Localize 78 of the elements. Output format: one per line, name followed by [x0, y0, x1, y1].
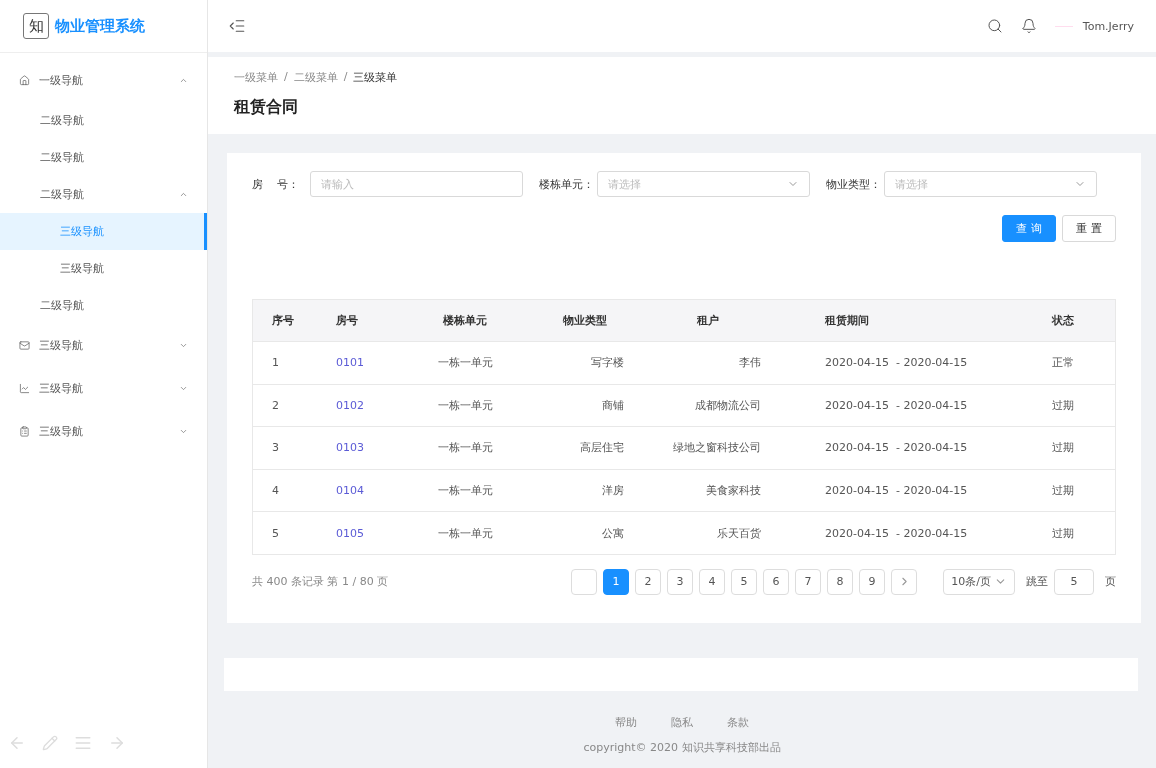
column-header: 房号 [335, 313, 359, 328]
table-cell-text: 高层住宅 [579, 440, 625, 456]
menu-item[interactable]: 三级导航 [0, 410, 207, 453]
page-title: 租赁合同 [234, 97, 299, 118]
room-link[interactable]: 0102 [336, 398, 364, 412]
table-cell-text: 一栋一单元 [436, 355, 494, 371]
table-cell-text: 5 [271, 526, 280, 540]
page-button[interactable]: 6 [763, 568, 789, 595]
menu-item[interactable]: 二级导航 [0, 287, 207, 324]
breadcrumb-item[interactable]: 一级菜单 [234, 70, 278, 85]
table-cell-text: 1 [271, 356, 280, 370]
table-cell-text: 3 [271, 441, 280, 455]
table-cell-text: 2020-04-15 - 2020-04-15 [824, 398, 969, 412]
page-button[interactable]: 2 [635, 568, 661, 595]
table-cell-text: 过期 [1050, 397, 1075, 413]
menu-item[interactable]: 三级导航 [0, 367, 207, 410]
jump-label: 跳至 [1026, 574, 1048, 590]
table-cell-text: 一栋一单元 [436, 483, 494, 499]
page-button[interactable]: 9 [859, 568, 885, 595]
breadcrumb-separator: / [284, 70, 288, 85]
menu-item[interactable]: 二级导航 [0, 139, 207, 176]
pagination-summary: 共 400 条记录 第 1 / 80 页 [252, 574, 389, 590]
table-cell-text: 写字楼 [590, 355, 625, 371]
breadcrumb-item[interactable]: 二级菜单 [293, 70, 338, 85]
jump-input[interactable]: 5 [1054, 568, 1094, 595]
table-cell-text: 过期 [1050, 525, 1075, 541]
room-link[interactable]: 0101 [336, 356, 364, 370]
field-label: 物业类型： [826, 176, 882, 192]
table-cell-text: 2020-04-15 - 2020-04-15 [824, 356, 969, 370]
field-label: 楼栋单元： [539, 176, 595, 192]
table-cell-text: 洋房 [601, 483, 625, 499]
room-link[interactable]: 0104 [336, 484, 364, 498]
table-cell-text: 李伟 [738, 355, 762, 371]
table-cell-text: 公寓 [601, 525, 625, 541]
column-header: 物业类型 [562, 313, 608, 328]
table-cell-text: 一栋一单元 [436, 397, 494, 413]
table-cell-text: 绿地之窗科技公司 [672, 440, 762, 456]
reset-button[interactable]: 重 置 [1062, 215, 1116, 242]
menu-item[interactable]: 二级导航 [0, 176, 207, 213]
page-suffix: 页 [1105, 574, 1116, 590]
breadcrumb-item: 三级菜单 [353, 70, 398, 85]
table-cell-text: 2 [271, 398, 280, 412]
table-cell-text: 2020-04-15 - 2020-04-15 [824, 484, 969, 498]
table-cell-text: 乐天百货 [716, 525, 762, 541]
menu-item[interactable]: 二级导航 [0, 102, 207, 139]
page-button[interactable]: 7 [795, 568, 821, 595]
user-name[interactable]: Tom.Jerry [1082, 19, 1134, 33]
app-title: 物业管理系统 [55, 16, 145, 36]
table-cell-text: 一栋一单元 [436, 440, 494, 456]
column-header: 序号 [271, 313, 295, 328]
column-header: 楼栋单元 [442, 313, 488, 328]
page-button[interactable]: 8 [827, 568, 853, 595]
table-cell-text: 商铺 [601, 397, 625, 413]
column-header: 租户 [695, 313, 720, 328]
table-cell-text: 成都物流公司 [694, 397, 762, 413]
table-cell-text: 2020-04-15 - 2020-04-15 [824, 526, 969, 540]
page-button[interactable]: 5 [731, 568, 757, 595]
logo: 知 [23, 13, 49, 39]
breadcrumb-separator: / [343, 70, 348, 85]
menu-item[interactable]: 三级导航 [0, 250, 207, 287]
table-cell-text: 美食家科技 [705, 483, 762, 499]
field-label: 房 号： [252, 176, 301, 192]
menu-item[interactable]: 一级导航 [0, 59, 207, 102]
table-cell-text: 4 [271, 484, 280, 498]
table-cell-text: 正常 [1050, 355, 1075, 371]
copyright-text: copyright© 2020 知识共享科技部出品 [583, 740, 781, 755]
column-header: 租赁期间 [824, 313, 870, 328]
table-cell-text: 过期 [1050, 440, 1075, 456]
room-link[interactable]: 0105 [336, 526, 364, 540]
menu-item[interactable]: 三级导航 [0, 324, 207, 367]
page-button[interactable]: 4 [699, 568, 725, 595]
table-cell-text: 一栋一单元 [436, 525, 494, 541]
table-cell-text: 2020-04-15 - 2020-04-15 [824, 441, 969, 455]
page-size-select[interactable]: 10条/页 [943, 568, 1015, 595]
column-header: 状态 [1050, 313, 1075, 328]
room-link[interactable]: 0103 [336, 441, 364, 455]
table-cell-text: 过期 [1050, 483, 1075, 499]
page-button[interactable]: 3 [667, 568, 693, 595]
